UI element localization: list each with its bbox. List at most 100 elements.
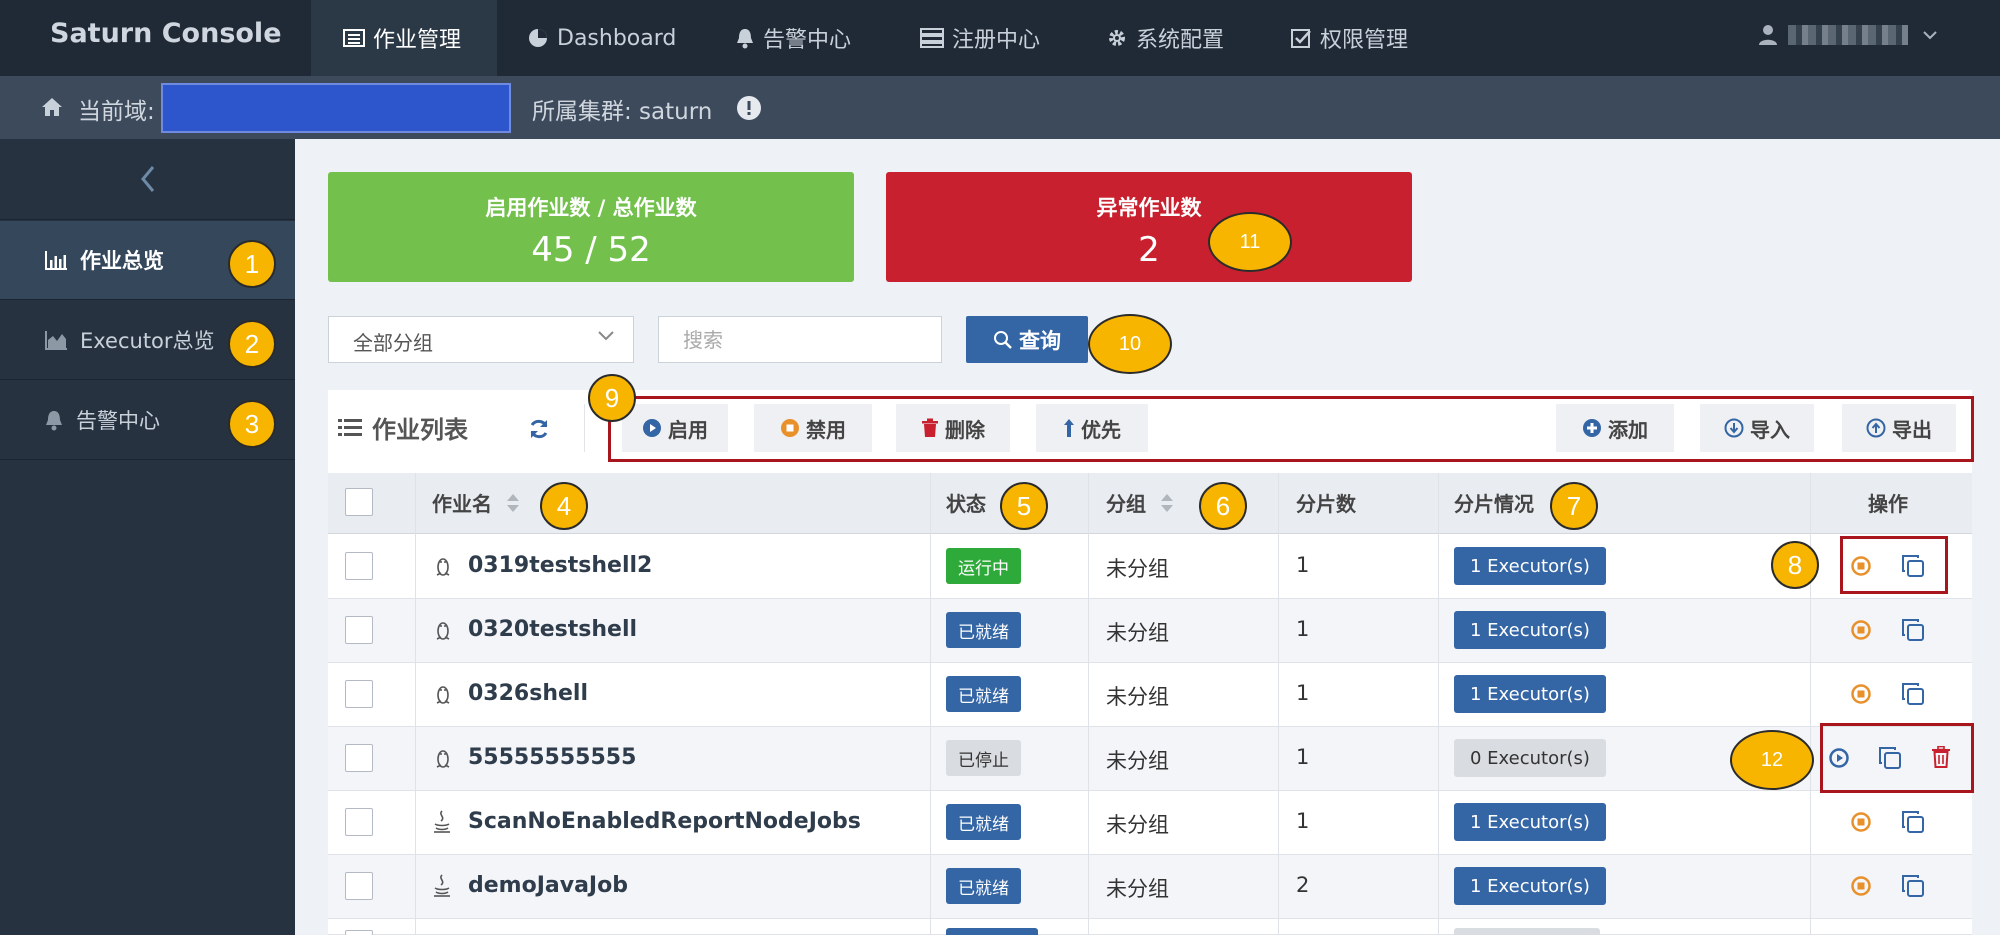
- row-checkbox[interactable]: [345, 552, 373, 580]
- row-checkbox[interactable]: [345, 930, 373, 935]
- column-header-group[interactable]: 分组: [1106, 488, 1174, 517]
- sidebar-item-label: 告警中心: [76, 409, 160, 433]
- row-checkbox[interactable]: [345, 808, 373, 836]
- callout-badge: 6: [1199, 482, 1247, 530]
- shards-cell: 1: [1296, 745, 1310, 769]
- linux-icon: [436, 750, 450, 768]
- top-navbar: Saturn Console 作业管理 Dashboard 告警中心 注册中心 …: [0, 0, 2000, 76]
- linux-icon: [436, 622, 450, 640]
- refresh-icon[interactable]: [528, 418, 550, 440]
- status-badge: 已停止: [946, 740, 1021, 776]
- operations-highlight-box: [1820, 723, 1974, 793]
- status-badge: 已就绪: [946, 612, 1021, 648]
- cluster-label: 所属集群: saturn: [532, 99, 713, 125]
- checkbox-icon: [1291, 29, 1311, 48]
- executor-badge[interactable]: 0 Executor(s): [1454, 739, 1606, 777]
- column-header-shards: 分片数: [1296, 492, 1356, 516]
- select-all-checkbox[interactable]: [345, 488, 373, 516]
- abnormal-jobs-card[interactable]: 异常作业数 2: [886, 172, 1412, 282]
- nav-tab-permissions[interactable]: 权限管理: [1290, 0, 1408, 76]
- java-icon: [434, 874, 450, 897]
- sort-icon: [1161, 493, 1173, 512]
- stop-circle-icon[interactable]: [1851, 876, 1871, 896]
- sidebar-item-label: Executor总览: [80, 329, 215, 353]
- copy-icon[interactable]: [1901, 810, 1925, 834]
- group-cell: 未分组: [1106, 685, 1169, 709]
- pie-chart-icon: [529, 29, 547, 47]
- bell-icon: [46, 411, 62, 431]
- info-icon[interactable]: [736, 95, 762, 121]
- query-button[interactable]: 查询: [966, 316, 1088, 363]
- nav-tab-system-config[interactable]: 系统配置: [1106, 0, 1224, 76]
- callout-badge: 2: [228, 320, 276, 368]
- group-cell: 未分组: [1106, 621, 1169, 645]
- abnormal-jobs-title: 异常作业数: [1096, 196, 1202, 220]
- group-cell: 未分组: [1106, 749, 1169, 773]
- shards-cell: 1: [1296, 809, 1310, 833]
- nav-tab-registry[interactable]: 注册中心: [920, 0, 1040, 76]
- status-badge: 运行中: [946, 548, 1021, 584]
- callout-badge: 10: [1088, 314, 1172, 374]
- nav-tab-label: 权限管理: [1320, 28, 1409, 53]
- search-input[interactable]: [658, 316, 942, 363]
- sidebar-collapse-button[interactable]: [0, 139, 295, 220]
- nav-tab-alarm-center[interactable]: 告警中心: [735, 0, 851, 76]
- job-name[interactable]: ScanNoEnabledReportNodeJobs: [468, 809, 861, 834]
- server-icon: [920, 28, 944, 48]
- job-name[interactable]: 0319testshell2: [468, 553, 652, 578]
- list-icon: [343, 29, 365, 47]
- column-divider: [1810, 473, 1811, 935]
- executor-badge[interactable]: 1 Executor(s): [1454, 611, 1606, 649]
- job-name[interactable]: 0326shell: [468, 681, 588, 706]
- sort-icon: [507, 493, 519, 512]
- callout-badge: 8: [1771, 541, 1819, 589]
- executor-badge[interactable]: 1 Executor(s): [1454, 675, 1606, 713]
- java-icon: [434, 810, 450, 833]
- stop-circle-icon[interactable]: [1851, 684, 1871, 704]
- enabled-jobs-value: 45 / 52: [531, 230, 651, 270]
- job-list-title: 作业列表: [338, 410, 468, 445]
- row-checkbox[interactable]: [345, 872, 373, 900]
- row-checkbox[interactable]: [345, 744, 373, 772]
- table-row[interactable]: [328, 919, 1972, 935]
- nav-tab-dashboard[interactable]: Dashboard: [527, 0, 676, 76]
- executor-badge[interactable]: 1 Executor(s): [1454, 867, 1606, 905]
- executor-badge[interactable]: 1 Executor(s): [1454, 803, 1606, 841]
- column-divider: [930, 473, 931, 935]
- executor-badge: [1454, 928, 1600, 935]
- stop-circle-icon[interactable]: [1851, 812, 1871, 832]
- copy-icon[interactable]: [1901, 618, 1925, 642]
- column-divider: [1438, 473, 1439, 935]
- chevron-down-icon: [598, 331, 614, 341]
- nav-tab-label: 作业管理: [373, 28, 462, 53]
- domain-bar: 当前域: 所属集群: saturn: [0, 76, 2000, 139]
- home-icon[interactable]: [40, 96, 64, 118]
- sidebar-item-label: 作业总览: [80, 249, 164, 273]
- enabled-jobs-title: 启用作业数 / 总作业数: [485, 196, 697, 220]
- callout-badge: 12: [1730, 730, 1814, 790]
- group-select[interactable]: 全部分组: [328, 316, 634, 363]
- bell-icon: [737, 29, 753, 49]
- chevron-left-icon: [140, 166, 154, 192]
- callout-badge: 9: [588, 374, 636, 422]
- status-badge: 已就绪: [946, 868, 1021, 904]
- current-domain-value-redacted[interactable]: [161, 83, 511, 133]
- stop-circle-icon[interactable]: [1851, 620, 1871, 640]
- app-title[interactable]: Saturn Console: [50, 18, 282, 49]
- nav-tab-job-management[interactable]: 作业管理: [311, 0, 497, 76]
- job-name[interactable]: 55555555555: [468, 745, 636, 770]
- copy-icon[interactable]: [1901, 682, 1925, 706]
- row-checkbox[interactable]: [345, 680, 373, 708]
- executor-badge[interactable]: 1 Executor(s): [1454, 547, 1606, 585]
- column-header-name[interactable]: 作业名: [432, 488, 520, 517]
- status-badge: 已就绪: [946, 804, 1021, 840]
- linux-icon: [436, 558, 450, 576]
- divider: [584, 404, 585, 452]
- job-name[interactable]: 0320testshell: [468, 617, 637, 642]
- shards-cell: 2: [1296, 873, 1310, 897]
- copy-icon[interactable]: [1901, 874, 1925, 898]
- job-name[interactable]: demoJavaJob: [468, 873, 628, 898]
- user-menu[interactable]: [1758, 24, 1938, 46]
- row-checkbox[interactable]: [345, 616, 373, 644]
- enabled-jobs-card: 启用作业数 / 总作业数 45 / 52: [328, 172, 854, 282]
